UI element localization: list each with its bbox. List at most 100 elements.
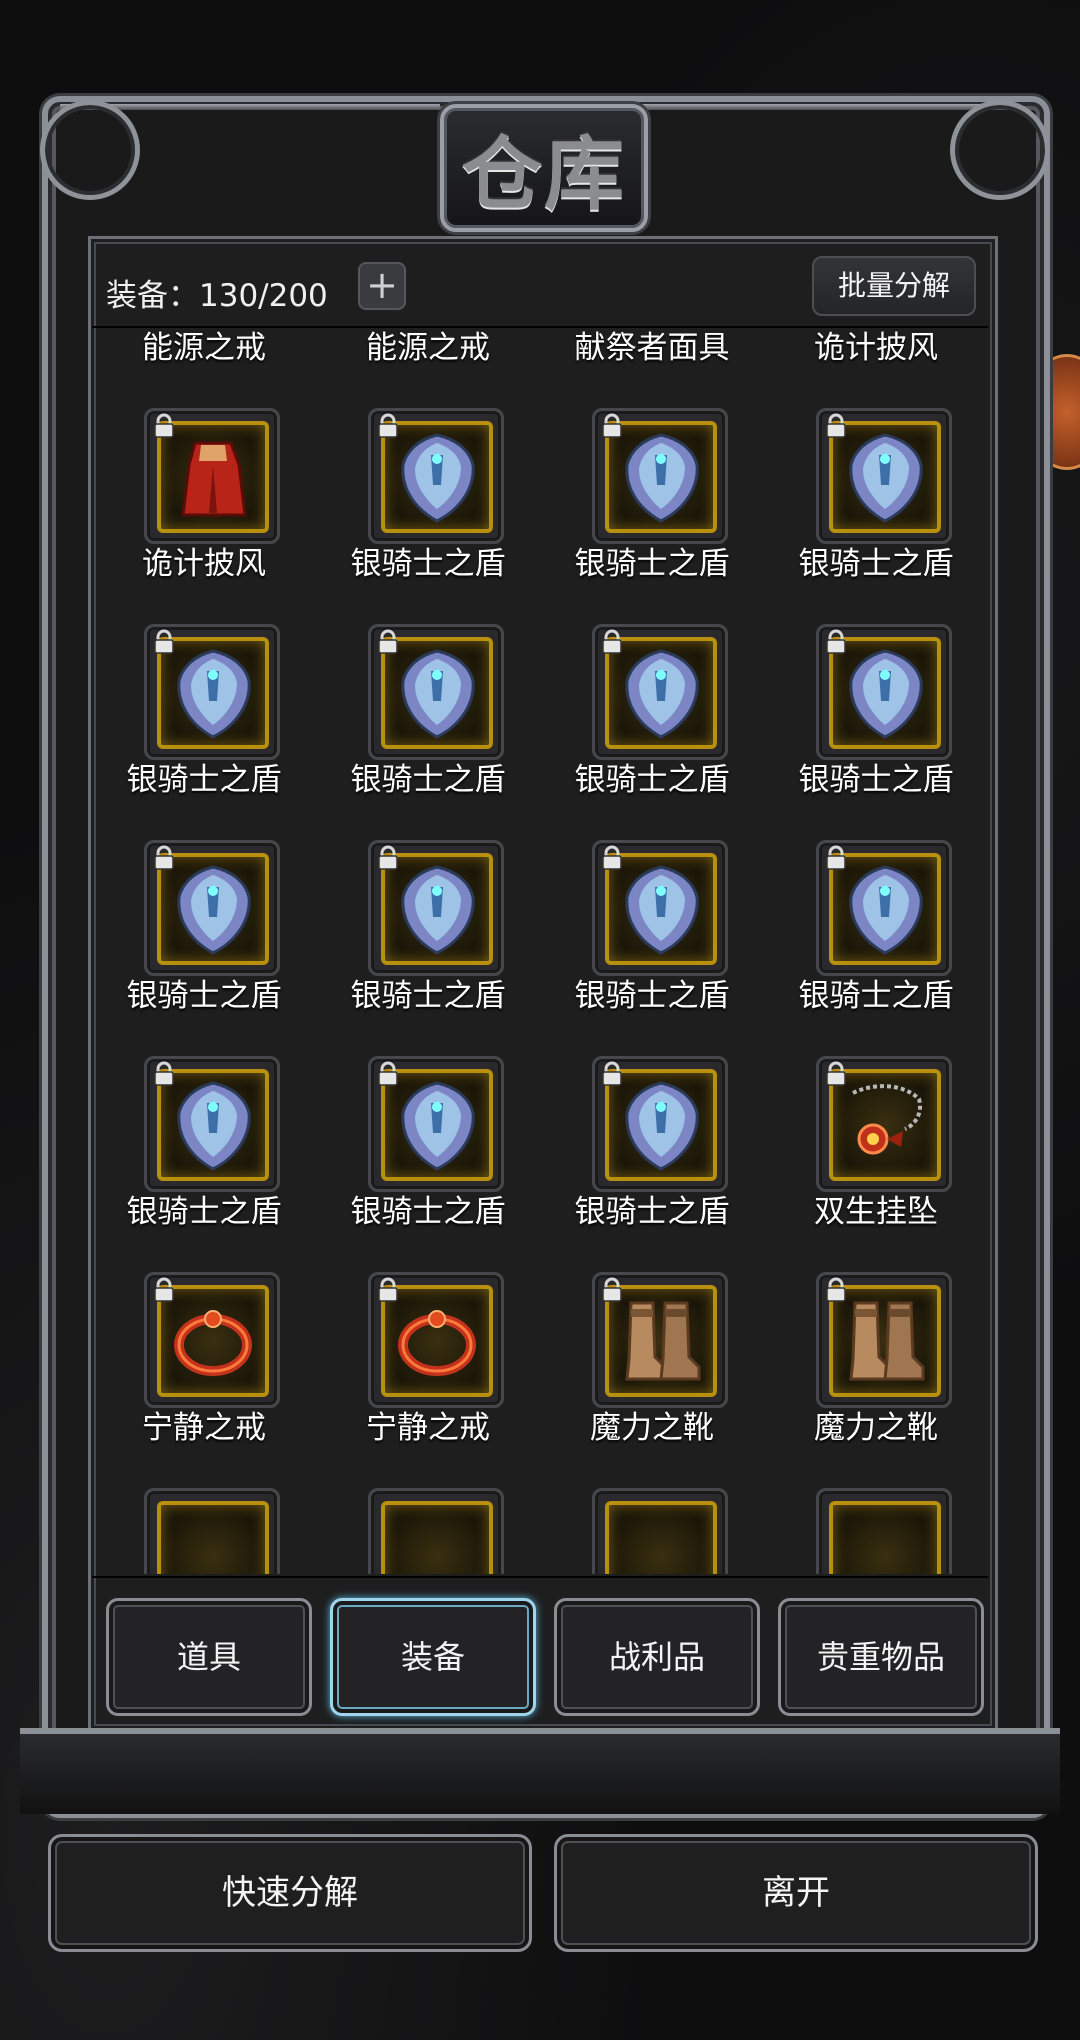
ring-icon xyxy=(398,1310,476,1376)
item-slot[interactable] xyxy=(592,624,728,760)
item-slot[interactable] xyxy=(368,1488,504,1574)
item-slot[interactable] xyxy=(144,1056,280,1192)
item-cell[interactable]: 银骑士之盾 xyxy=(540,816,764,1032)
item-slot[interactable] xyxy=(592,1488,728,1574)
frame-corner-left xyxy=(40,100,140,200)
item-cell[interactable]: 魔力之靴 xyxy=(540,1248,764,1464)
empty-item-cell[interactable] xyxy=(92,1464,316,1574)
tab-equipment[interactable]: 装备 xyxy=(330,1598,536,1716)
item-grid[interactable]: 能源之戒 能源之戒 献祭者面具 诡计披风 诡计披风 银骑士之盾 银骑士之盾 银骑士之盾 银骑士之… xyxy=(92,328,988,1574)
shield-icon xyxy=(849,649,923,739)
shield-icon xyxy=(177,1081,251,1171)
frame-ornament-right xyxy=(640,104,1020,110)
item-name: 银骑士之盾 xyxy=(798,978,954,1014)
item-slot[interactable] xyxy=(368,624,504,760)
tab-valuables[interactable]: 贵重物品 xyxy=(778,1598,984,1716)
item-name: 魔力之靴 xyxy=(590,1410,714,1446)
shield-icon xyxy=(401,1081,475,1171)
ring-icon xyxy=(174,1310,252,1376)
expand-capacity-button[interactable]: + xyxy=(358,262,406,310)
empty-item-cell[interactable] xyxy=(764,1464,988,1574)
item-cell[interactable]: 诡计披风 xyxy=(92,384,316,600)
item-cell[interactable]: 银骑士之盾 xyxy=(92,816,316,1032)
item-cell[interactable]: 能源之戒 xyxy=(92,328,316,384)
item-slot[interactable] xyxy=(144,408,280,544)
item-slot[interactable] xyxy=(816,624,952,760)
lock-icon xyxy=(826,413,846,438)
item-cell[interactable]: 双生挂坠 xyxy=(764,1032,988,1248)
leave-button[interactable]: 离开 xyxy=(554,1834,1038,1952)
item-cell[interactable]: 诡计披风 xyxy=(764,328,988,384)
item-slot[interactable] xyxy=(368,840,504,976)
item-name: 诡计披风 xyxy=(814,330,938,366)
item-slot[interactable] xyxy=(144,1272,280,1408)
item-slot[interactable] xyxy=(592,1056,728,1192)
item-name: 银骑士之盾 xyxy=(126,762,282,798)
item-slot[interactable] xyxy=(816,1488,952,1574)
item-slot[interactable] xyxy=(144,624,280,760)
item-name: 双生挂坠 xyxy=(814,1194,938,1230)
empty-item-cell[interactable] xyxy=(540,1464,764,1574)
item-name: 银骑士之盾 xyxy=(574,762,730,798)
shield-icon xyxy=(625,433,699,523)
item-cell[interactable]: 宁静之戒 xyxy=(316,1248,540,1464)
lock-icon xyxy=(154,413,174,438)
item-cell[interactable]: 银骑士之盾 xyxy=(92,1032,316,1248)
pendant-icon xyxy=(852,1084,922,1155)
item-slot[interactable] xyxy=(592,408,728,544)
batch-dismantle-button[interactable]: 批量分解 xyxy=(812,256,976,316)
item-slot[interactable] xyxy=(368,1056,504,1192)
lock-icon xyxy=(602,1277,622,1302)
item-cell[interactable]: 银骑士之盾 xyxy=(540,600,764,816)
lock-icon xyxy=(378,629,398,654)
boots-icon xyxy=(849,1301,925,1381)
item-name: 银骑士之盾 xyxy=(350,1194,506,1230)
item-slot[interactable] xyxy=(816,1056,952,1192)
capacity-label: 装备：130/200 xyxy=(106,278,328,314)
quick-dismantle-button[interactable]: 快速分解 xyxy=(48,1834,532,1952)
item-cell[interactable]: 宁静之戒 xyxy=(92,1248,316,1464)
lock-icon xyxy=(602,629,622,654)
lock-icon xyxy=(602,413,622,438)
item-name: 银骑士之盾 xyxy=(574,546,730,582)
tab-loot[interactable]: 战利品 xyxy=(554,1598,760,1716)
item-name: 银骑士之盾 xyxy=(798,546,954,582)
item-cell[interactable]: 银骑士之盾 xyxy=(764,600,988,816)
item-slot[interactable] xyxy=(368,408,504,544)
item-cell[interactable]: 银骑士之盾 xyxy=(316,384,540,600)
item-slot-frame xyxy=(829,1501,941,1574)
item-cell[interactable]: 能源之戒 xyxy=(316,328,540,384)
item-slot[interactable] xyxy=(144,1488,280,1574)
item-slot[interactable] xyxy=(816,408,952,544)
item-slot[interactable] xyxy=(144,840,280,976)
item-slot[interactable] xyxy=(592,1272,728,1408)
item-name: 银骑士之盾 xyxy=(350,546,506,582)
item-cell[interactable]: 银骑士之盾 xyxy=(316,816,540,1032)
page-title: 仓库 xyxy=(462,127,626,221)
item-cell[interactable]: 银骑士之盾 xyxy=(764,816,988,1032)
item-cell[interactable]: 银骑士之盾 xyxy=(92,600,316,816)
item-cell[interactable]: 银骑士之盾 xyxy=(540,384,764,600)
item-cell[interactable]: 献祭者面具 xyxy=(540,328,764,384)
empty-item-cell[interactable] xyxy=(316,1464,540,1574)
boots-icon xyxy=(625,1301,701,1381)
item-cell[interactable]: 银骑士之盾 xyxy=(764,384,988,600)
shield-icon xyxy=(401,649,475,739)
item-cell[interactable]: 银骑士之盾 xyxy=(316,600,540,816)
item-cell[interactable]: 银骑士之盾 xyxy=(540,1032,764,1248)
item-slot[interactable] xyxy=(816,840,952,976)
item-name: 诡计披风 xyxy=(142,546,266,582)
frame-corner-right xyxy=(950,100,1050,200)
tab-items[interactable]: 道具 xyxy=(106,1598,312,1716)
item-name: 银骑士之盾 xyxy=(574,978,730,1014)
shield-icon xyxy=(177,649,251,739)
shield-icon xyxy=(625,649,699,739)
item-slot[interactable] xyxy=(592,840,728,976)
item-slot[interactable] xyxy=(816,1272,952,1408)
item-cell[interactable]: 魔力之靴 xyxy=(764,1248,988,1464)
cloak-icon xyxy=(181,441,247,517)
item-name: 银骑士之盾 xyxy=(126,978,282,1014)
lock-icon xyxy=(154,1061,174,1086)
item-slot[interactable] xyxy=(368,1272,504,1408)
item-cell[interactable]: 银骑士之盾 xyxy=(316,1032,540,1248)
